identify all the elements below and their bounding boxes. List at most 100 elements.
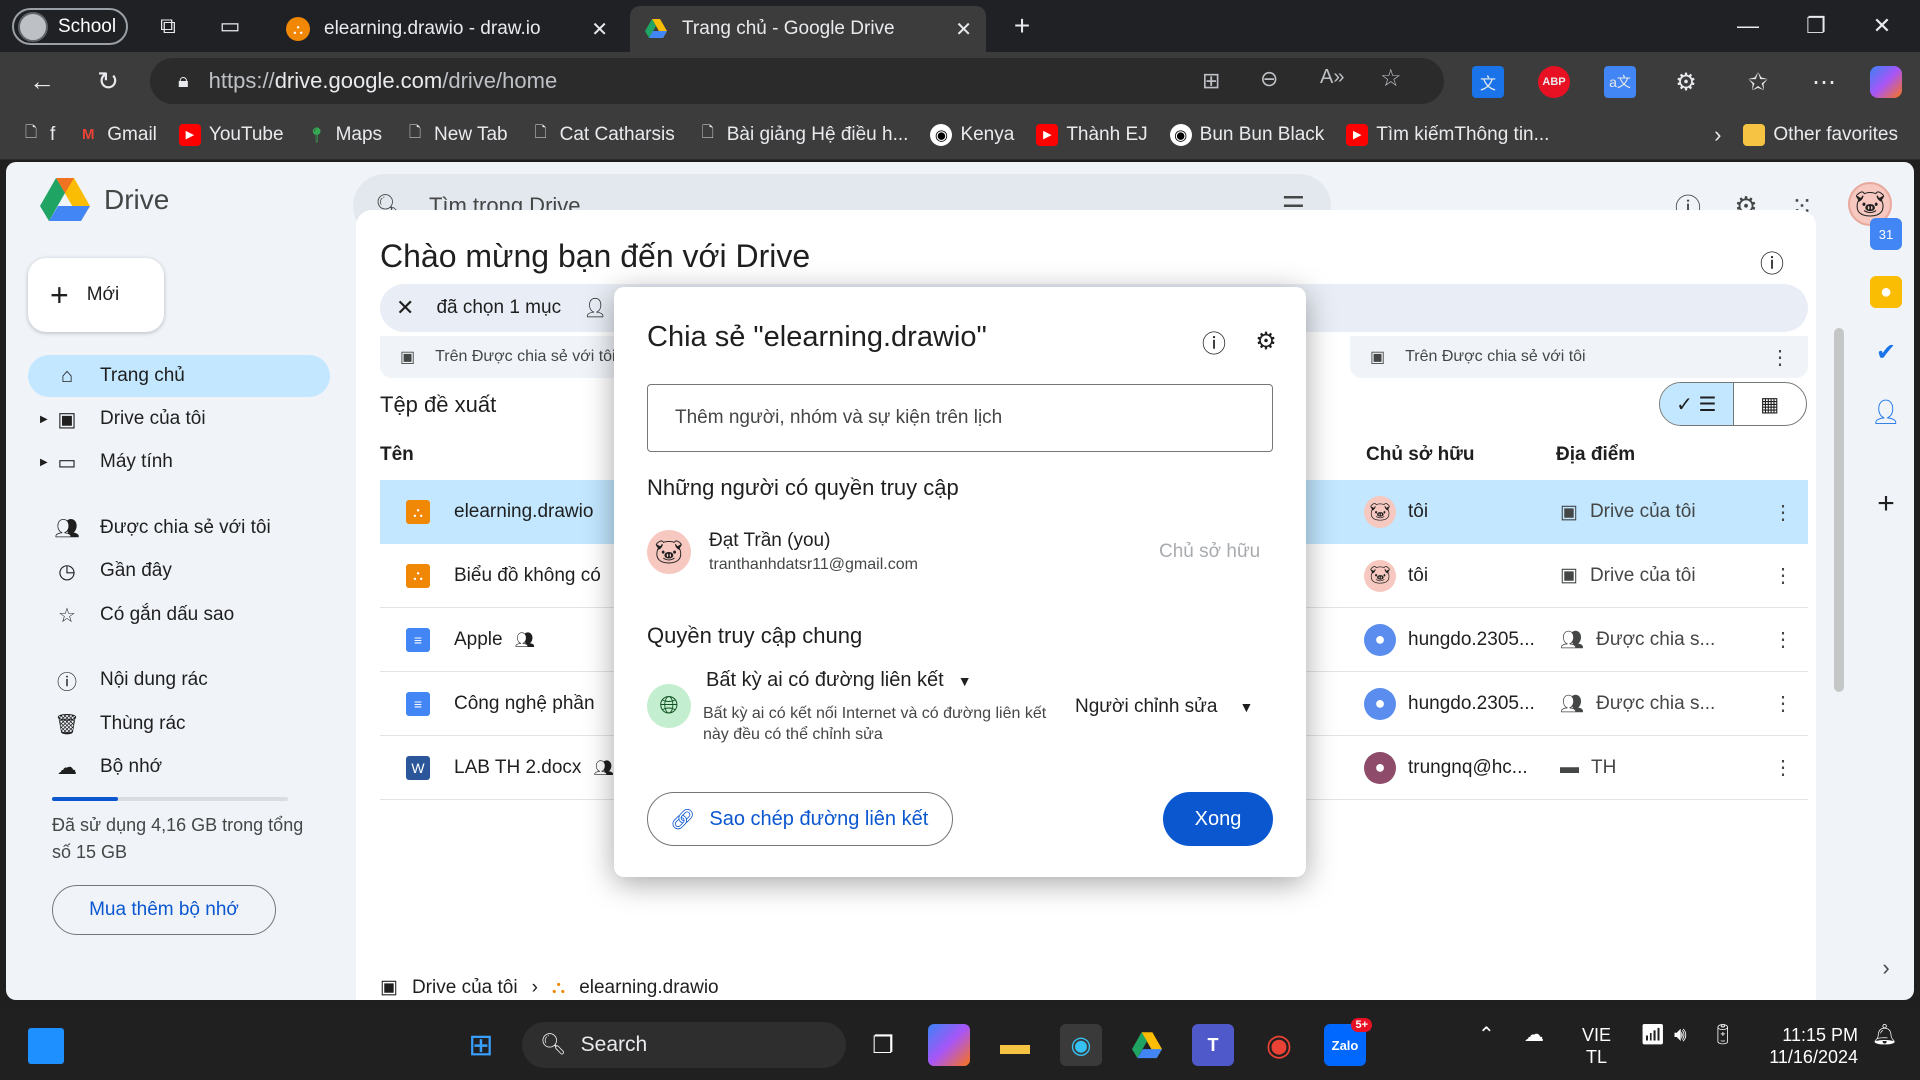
- column-location[interactable]: Địa điểm: [1556, 444, 1635, 466]
- bookmark-f[interactable]: 🗋︎ f: [20, 124, 55, 146]
- file-explorer-icon[interactable]: ▬: [994, 1024, 1036, 1066]
- zalo-icon[interactable]: Zalo 5+: [1324, 1018, 1372, 1066]
- general-access-dropdown[interactable]: Bất kỳ ai có đường liên kết ▼: [706, 669, 972, 692]
- buy-storage-button[interactable]: Mua thêm bộ nhớ: [52, 885, 276, 935]
- drive-app-icon[interactable]: [1126, 1024, 1168, 1066]
- more-menu-icon[interactable]: ⋯: [1808, 66, 1840, 98]
- minimize-icon[interactable]: —: [1720, 8, 1776, 44]
- more-vert-icon[interactable]: ⋮: [1773, 563, 1793, 588]
- app-available-icon[interactable]: ⊞: [1202, 68, 1220, 94]
- nav-spam[interactable]: ⓘ Nội dung rác: [28, 659, 330, 701]
- share-people-icon[interactable]: 👤︎: [583, 296, 607, 320]
- back-icon[interactable]: ←: [24, 63, 60, 99]
- more-vert-icon[interactable]: ⋮: [1773, 627, 1793, 652]
- battery-icon[interactable]: 🔋︎: [1710, 1024, 1735, 1046]
- volume-icon[interactable]: 🔊︎: [1674, 1024, 1687, 1046]
- task-view-icon[interactable]: ❐: [862, 1024, 904, 1066]
- bookmark-bai-giang[interactable]: 🗋︎ Bài giảng Hệ điều h...: [697, 124, 909, 146]
- breadcrumb-root[interactable]: Drive của tôi: [412, 977, 518, 999]
- start-windows-icon[interactable]: ⊞: [460, 1024, 502, 1066]
- calendar-icon[interactable]: 31: [1870, 218, 1902, 250]
- extensions-icon[interactable]: ⚙︎: [1670, 66, 1702, 98]
- notification-bell-icon[interactable]: 🔔︎: [1872, 1024, 1897, 1046]
- suggested-folder-card[interactable]: ▣ Trên Được chia sẻ với tôi ⋮: [1350, 336, 1808, 378]
- nav-computers[interactable]: ▶ ▭ Máy tính: [28, 441, 330, 483]
- bookmark-youtube[interactable]: ▶ YouTube: [178, 123, 284, 146]
- restore-icon[interactable]: ❐: [1788, 8, 1844, 44]
- nav-starred[interactable]: ☆ Có gắn dấu sao: [28, 594, 330, 636]
- tab-google-drive[interactable]: Trang chủ - Google Drive ✕: [630, 6, 986, 52]
- edge-icon[interactable]: ◉: [1060, 1024, 1102, 1066]
- tab-actions-icon[interactable]: ▭: [212, 8, 248, 44]
- bookmark-cat-catharsis[interactable]: 🗋︎ Cat Catharsis: [530, 124, 675, 146]
- keep-icon[interactable]: ●: [1870, 276, 1902, 308]
- wifi-icon[interactable]: 📶︎: [1640, 1024, 1665, 1046]
- taskbar-search[interactable]: 🔍︎ Search: [522, 1022, 846, 1068]
- workspaces-icon[interactable]: ⧉: [150, 8, 186, 44]
- bookmark-gmail[interactable]: M Gmail: [77, 124, 157, 146]
- column-owner[interactable]: Chủ sở hữu: [1366, 444, 1475, 466]
- new-button[interactable]: + Mới: [28, 258, 164, 332]
- zoom-icon[interactable]: ⊖: [1260, 66, 1278, 92]
- view-toggle[interactable]: ✓ ☰ ▦: [1659, 382, 1807, 426]
- language-indicator[interactable]: VIE TL: [1582, 1024, 1611, 1068]
- bookmark-thanh-ej[interactable]: ▶ Thành EJ: [1036, 123, 1148, 146]
- adblock-extension-icon[interactable]: ABP: [1538, 66, 1570, 98]
- new-tab-icon[interactable]: +: [1004, 8, 1040, 44]
- favorite-star-icon[interactable]: ☆: [1380, 64, 1402, 93]
- bookmark-new-tab[interactable]: 🗋︎ New Tab: [404, 124, 508, 146]
- chrome-icon[interactable]: ◉: [1258, 1024, 1300, 1066]
- column-name[interactable]: Tên: [380, 444, 414, 466]
- copilot-icon[interactable]: [1870, 66, 1902, 98]
- clock[interactable]: 11:15 PM 11/16/2024: [1758, 1024, 1858, 1068]
- google-translate-extension-icon[interactable]: a文: [1604, 66, 1636, 98]
- bookmark-tim-kiem[interactable]: ▶ Tìm kiếmThông tin...: [1346, 123, 1549, 146]
- bookmarks-overflow-icon[interactable]: ›: [1714, 122, 1721, 148]
- teams-icon[interactable]: T: [1192, 1024, 1234, 1066]
- close-window-icon[interactable]: ✕: [1854, 8, 1910, 44]
- more-vert-icon[interactable]: ⋮: [1773, 755, 1793, 780]
- nav-shared-with-me[interactable]: 👥︎ Được chia sẻ với tôi: [28, 507, 330, 549]
- add-addon-icon[interactable]: +: [1870, 487, 1902, 520]
- copilot-icon[interactable]: [928, 1024, 970, 1066]
- add-people-input[interactable]: Thêm người, nhóm và sự kiện trên lịch: [647, 384, 1273, 452]
- expand-panel-icon[interactable]: ›: [1870, 952, 1902, 984]
- profile-button[interactable]: School: [12, 8, 128, 45]
- address-bar[interactable]: 🔒︎ https://drive.google.com/drive/home ⊞…: [150, 58, 1444, 104]
- close-tab-icon[interactable]: ✕: [955, 17, 972, 42]
- lock-icon[interactable]: 🔒︎: [178, 70, 189, 93]
- help-icon[interactable]: ⓘ: [1198, 325, 1230, 358]
- more-vert-icon[interactable]: ⋮: [1770, 345, 1790, 370]
- drive-logo[interactable]: Drive: [40, 178, 169, 222]
- nav-trash[interactable]: 🗑︎ Thùng rác: [28, 703, 330, 745]
- info-icon[interactable]: ⓘ: [1760, 244, 1784, 279]
- bookmark-bun-bun-black[interactable]: ◉ Bun Bun Black: [1169, 123, 1324, 146]
- settings-gear-icon[interactable]: ⚙︎: [1250, 325, 1282, 357]
- nav-recent[interactable]: ◷ Gần đây: [28, 550, 330, 592]
- clear-selection-icon[interactable]: ✕: [396, 295, 414, 321]
- role-dropdown[interactable]: Người chỉnh sửa ▼: [1075, 696, 1253, 718]
- tasks-icon[interactable]: ✔: [1870, 336, 1902, 368]
- more-vert-icon[interactable]: ⋮: [1773, 500, 1793, 525]
- favorites-icon[interactable]: ✩: [1742, 66, 1774, 98]
- nav-my-drive[interactable]: ▶ ▣ Drive của tôi: [28, 398, 330, 440]
- more-vert-icon[interactable]: ⋮: [1773, 691, 1793, 716]
- read-aloud-icon[interactable]: A»: [1320, 66, 1344, 89]
- tab-drawio[interactable]: ⛬ elearning.drawio - draw.io ✕: [272, 6, 622, 52]
- expand-arrow-icon[interactable]: ▶: [40, 457, 48, 468]
- scrollbar[interactable]: [1834, 328, 1844, 692]
- list-view-icon[interactable]: ✓ ☰: [1660, 383, 1734, 425]
- copy-link-button[interactable]: 🔗︎ Sao chép đường liên kết: [647, 792, 953, 846]
- widgets-icon[interactable]: [28, 1028, 64, 1064]
- expand-arrow-icon[interactable]: ▶: [40, 414, 48, 425]
- nav-storage[interactable]: ☁︎ Bộ nhớ: [28, 746, 330, 788]
- grid-view-icon[interactable]: ▦: [1734, 383, 1807, 425]
- close-tab-icon[interactable]: ✕: [591, 17, 608, 42]
- onedrive-icon[interactable]: ☁︎: [1524, 1024, 1544, 1046]
- nav-home[interactable]: ⌂ Trang chủ: [28, 355, 330, 397]
- done-button[interactable]: Xong: [1163, 792, 1273, 846]
- reload-icon[interactable]: ↻: [90, 63, 126, 99]
- contacts-icon[interactable]: 👤︎: [1870, 396, 1902, 428]
- bookmark-maps[interactable]: 📍︎ Maps: [306, 124, 382, 146]
- translate-extension-icon[interactable]: 文: [1472, 66, 1504, 98]
